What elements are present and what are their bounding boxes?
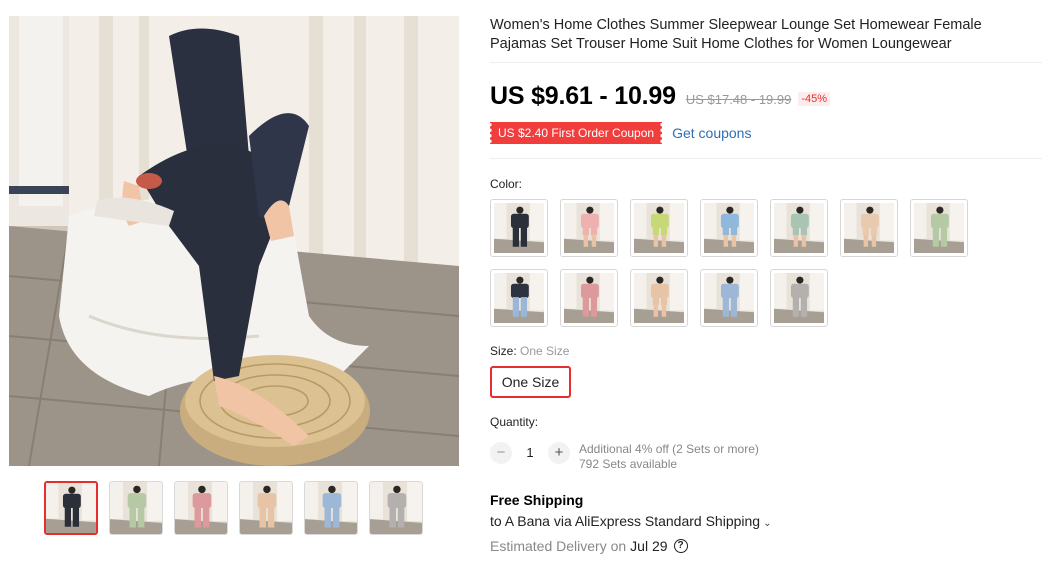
divider bbox=[490, 62, 1042, 63]
coupon-row: US $2.40 First Order Coupon Get coupons bbox=[486, 122, 751, 144]
shipping-title: Free Shipping bbox=[490, 492, 584, 508]
estimated-delivery: Estimated Delivery on Jul 29 ? bbox=[490, 538, 688, 554]
product-title: Women's Home Clothes Summer Sleepwear Lo… bbox=[490, 17, 982, 52]
quantity-value[interactable]: 1 bbox=[512, 442, 548, 464]
quantity-info: Additional 4% off (2 Sets or more) 792 S… bbox=[579, 442, 759, 472]
color-swatch-10[interactable] bbox=[630, 269, 688, 327]
size-option-one-size[interactable]: One Size bbox=[490, 366, 571, 398]
thumbnail-3[interactable] bbox=[174, 481, 228, 535]
shipping-method-text: to A Bana via AliExpress Standard Shippi… bbox=[490, 513, 761, 529]
thumbnail-2[interactable] bbox=[109, 481, 163, 535]
color-swatch-2[interactable] bbox=[560, 199, 618, 257]
color-swatch-7[interactable] bbox=[910, 199, 968, 257]
color-swatch-12[interactable] bbox=[770, 269, 828, 327]
color-swatch-6[interactable] bbox=[840, 199, 898, 257]
get-coupons-link[interactable]: Get coupons bbox=[672, 125, 751, 141]
thumbnail-strip bbox=[44, 481, 423, 535]
quantity-stepper: − 1 + Additional 4% off (2 Sets or more)… bbox=[490, 442, 759, 472]
main-product-image[interactable] bbox=[9, 16, 459, 466]
estimated-delivery-label: Estimated Delivery on bbox=[490, 538, 627, 554]
coupon-badge[interactable]: US $2.40 First Order Coupon bbox=[486, 122, 666, 144]
size-selected-text: One Size bbox=[520, 344, 570, 358]
shipping-method-selector[interactable]: to A Bana via AliExpress Standard Shippi… bbox=[490, 513, 771, 529]
size-label: Size: One Size bbox=[490, 344, 569, 358]
thumbnail-5[interactable] bbox=[304, 481, 358, 535]
thumbnail-4[interactable] bbox=[239, 481, 293, 535]
additional-discount-text: Additional 4% off (2 Sets or more) bbox=[579, 442, 759, 456]
thumbnail-6[interactable] bbox=[369, 481, 423, 535]
stock-available-text: 792 Sets available bbox=[579, 457, 678, 471]
color-swatch-1[interactable] bbox=[490, 199, 548, 257]
quantity-decrease-button[interactable]: − bbox=[490, 442, 512, 464]
color-swatch-5[interactable] bbox=[770, 199, 828, 257]
quantity-increase-button[interactable]: + bbox=[548, 442, 570, 464]
original-price: US $17.48 - 19.99 bbox=[685, 92, 792, 107]
chevron-down-icon: ⌄ bbox=[763, 518, 772, 529]
size-label-text: Size: bbox=[490, 344, 517, 358]
current-price: US $9.61 - 10.99 bbox=[490, 82, 676, 110]
divider bbox=[490, 158, 1042, 159]
color-swatch-4[interactable] bbox=[700, 199, 758, 257]
color-label: Color: bbox=[490, 177, 523, 191]
price-row: US $9.61 - 10.99 US $17.48 - 19.99 -45% bbox=[490, 82, 831, 111]
product-info-panel: Women's Home Clothes Summer Sleepwear Lo… bbox=[486, 16, 1042, 554]
color-swatch-8[interactable] bbox=[490, 269, 548, 327]
color-swatch-11[interactable] bbox=[700, 269, 758, 327]
discount-badge: -45% bbox=[798, 92, 831, 106]
estimated-delivery-date: Jul 29 bbox=[630, 538, 668, 554]
color-swatch-9[interactable] bbox=[560, 269, 618, 327]
thumbnail-1[interactable] bbox=[44, 481, 98, 535]
quantity-label: Quantity: bbox=[490, 415, 539, 429]
question-circle-icon[interactable]: ? bbox=[673, 539, 688, 553]
color-swatch-3[interactable] bbox=[630, 199, 688, 257]
